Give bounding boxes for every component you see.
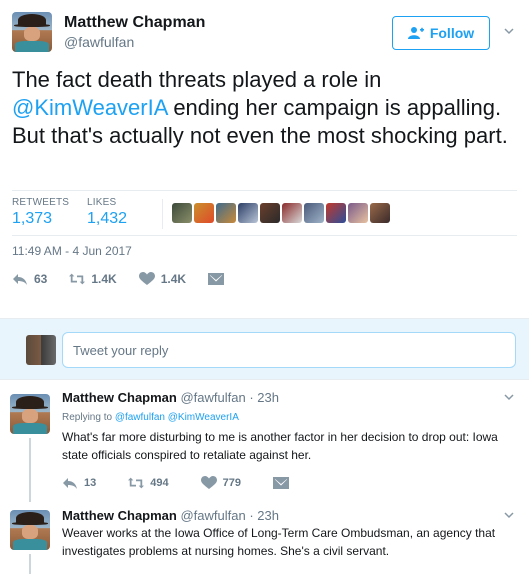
reply-author-avatar[interactable] (10, 394, 50, 434)
likes-label: LIKES (87, 197, 117, 208)
likes-stat[interactable]: LIKES 1,432 (87, 197, 127, 228)
envelope-icon (208, 273, 225, 285)
reply-button[interactable]: 63 (12, 272, 47, 286)
like-button[interactable]: 779 (200, 476, 241, 490)
reply-count: 63 (34, 272, 48, 286)
reply-actions: 13 494 779 (62, 476, 321, 490)
chevron-down-icon[interactable] (504, 510, 514, 520)
reply-text: Weaver works at the Iowa Office of Long-… (62, 526, 496, 558)
replying-to: Replying to @fawfulfan @KimWeaverIA (62, 412, 239, 423)
reply-text: What's far more disturbing to me is anot… (62, 430, 498, 462)
retweet-icon (128, 477, 145, 489)
tweet-text: The fact death threats played a role in … (12, 66, 512, 150)
likes-value: 1,432 (87, 210, 128, 227)
retweets-stat[interactable]: RETWEETS 1,373 (12, 197, 69, 228)
author-avatar[interactable] (12, 12, 52, 52)
reply-author-handle[interactable]: @fawfulfan (180, 508, 245, 523)
follow-label: Follow (429, 25, 475, 41)
liker-avatar[interactable] (326, 203, 346, 223)
retweets-value: 1,373 (12, 210, 53, 227)
reply-author-name[interactable]: Matthew Chapman (62, 508, 177, 523)
thread-line (29, 554, 31, 574)
like-count: 779 (222, 477, 241, 489)
liker-avatars (172, 203, 390, 223)
tweet-actions: 63 1.4K 1.4K (12, 272, 246, 286)
replying-prefix: Replying to (62, 412, 113, 423)
like-button[interactable]: 1.4K (138, 272, 187, 286)
thread-line (29, 438, 31, 502)
reply-author-line: Matthew Chapman @fawfulfan · 23h (62, 508, 279, 523)
like-count: 1.4K (160, 272, 187, 286)
liker-avatar[interactable] (370, 203, 390, 223)
heart-icon (138, 272, 155, 285)
retweet-button[interactable]: 494 (128, 476, 169, 490)
reply-icon (13, 274, 27, 285)
chevron-down-icon[interactable] (504, 26, 514, 36)
reply-author-handle[interactable]: @fawfulfan (180, 390, 245, 405)
heart-icon (200, 476, 217, 489)
author-handle[interactable]: @fawfulfan (64, 34, 134, 50)
reply-tweet[interactable]: Matthew Chapman @fawfulfan · 23h Weaver … (0, 500, 529, 574)
reply-author-line: Matthew Chapman @fawfulfan · 23h (62, 390, 279, 405)
liker-avatar[interactable] (282, 203, 302, 223)
reply-count: 13 (84, 477, 97, 489)
chevron-down-icon[interactable] (504, 392, 514, 402)
user-avatar (26, 335, 56, 365)
liker-avatar[interactable] (260, 203, 280, 223)
tweet-timestamp[interactable]: 11:49 AM - 4 Jun 2017 (12, 244, 132, 258)
retweet-icon (69, 273, 86, 285)
author-name[interactable]: Matthew Chapman (64, 14, 205, 32)
reply-author-avatar[interactable] (10, 510, 50, 550)
follow-button[interactable]: Follow (392, 16, 490, 50)
reply-time[interactable]: · 23h (249, 508, 279, 523)
liker-avatar[interactable] (172, 203, 192, 223)
envelope-icon (272, 477, 289, 489)
reply-button[interactable]: 13 (62, 476, 96, 490)
reply-author-name[interactable]: Matthew Chapman (62, 390, 177, 405)
reply-input[interactable]: Tweet your reply (62, 332, 516, 368)
reply-icon (63, 478, 77, 489)
retweet-count: 494 (150, 477, 169, 489)
dm-button[interactable] (208, 272, 225, 286)
replying-to-links[interactable]: @fawfulfan @KimWeaverIA (115, 412, 239, 423)
dm-button[interactable] (272, 476, 289, 490)
liker-avatar[interactable] (216, 203, 236, 223)
add-person-icon (407, 27, 424, 39)
liker-avatar[interactable] (238, 203, 258, 223)
reply-time[interactable]: · 23h (249, 390, 279, 405)
retweet-count: 1.4K (91, 272, 117, 286)
mention-link[interactable]: @KimWeaverIA (12, 95, 167, 120)
retweet-button[interactable]: 1.4K (69, 272, 117, 286)
retweets-label: RETWEETS (12, 197, 70, 208)
liker-avatar[interactable] (194, 203, 214, 223)
liker-avatar[interactable] (348, 203, 368, 223)
liker-avatar[interactable] (304, 203, 324, 223)
tweet-stats: RETWEETS 1,373 LIKES 1,432 (12, 190, 517, 236)
stats-divider (162, 199, 163, 229)
reply-composer: Tweet your reply (0, 318, 529, 380)
reply-tweet[interactable]: Matthew Chapman @fawfulfan · 23h Replyin… (0, 382, 529, 502)
tweet-text-before: The fact death threats played a role in (12, 67, 382, 92)
